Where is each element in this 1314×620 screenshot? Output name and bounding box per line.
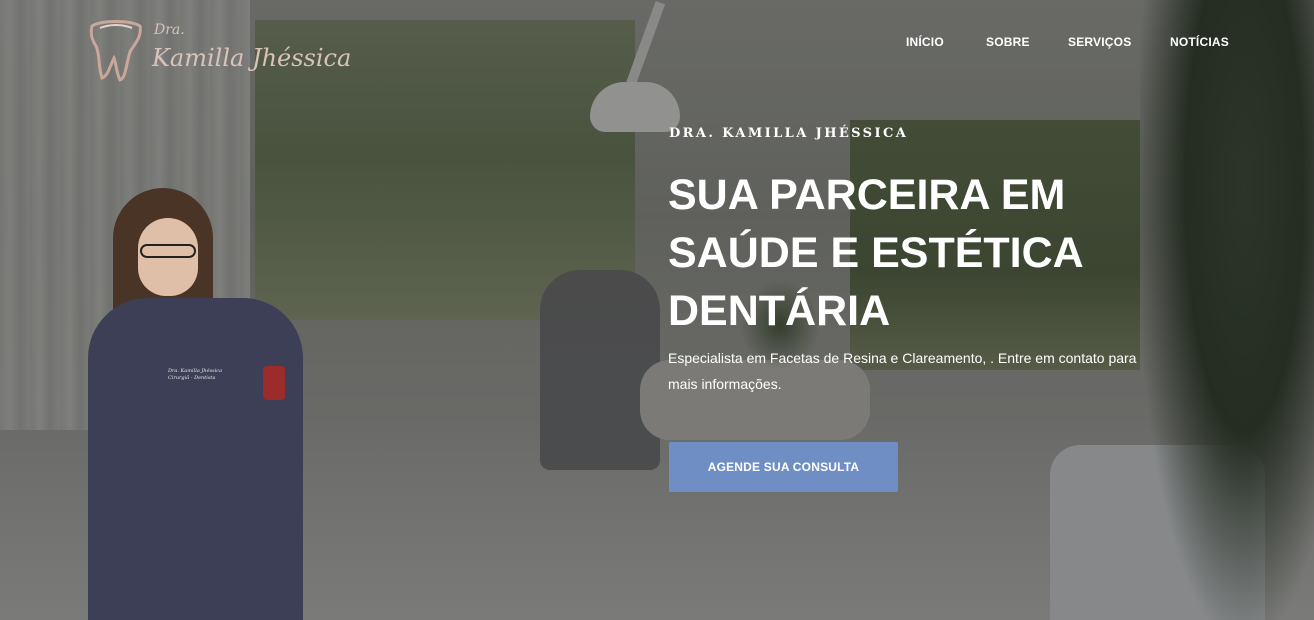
coat-emblem — [263, 366, 285, 400]
nav-item-sobre[interactable]: SOBRE — [986, 35, 1030, 49]
coat-name-tag: Dra. Kamilla Jhéssica Cirurgiã - Dentist… — [168, 368, 223, 381]
hero-description: Especialista em Facetas de Resina e Clar… — [668, 350, 1137, 392]
main-nav: INÍCIO SOBRE SERVIÇOS NOTÍCIAS — [0, 35, 1314, 51]
nav-item-servicos[interactable]: SERVIÇOS — [1068, 35, 1131, 49]
book-appointment-button[interactable]: AGENDE SUA CONSULTA — [669, 442, 898, 492]
site-logo[interactable]: Dra. Kamilla Jhéssica — [86, 18, 351, 84]
hero-headline-line: SUA PARCEIRA EM — [668, 171, 1066, 219]
hero-headline-line: DENTÁRIA — [668, 287, 891, 335]
hero-headline-line: SAÚDE E ESTÉTICA — [668, 229, 1084, 277]
glasses — [140, 244, 196, 258]
hero-eyebrow: DRA. KAMILLA JHÉSSICA — [669, 126, 909, 141]
hero-headline: SUA PARCEIRA EM SAÚDE E ESTÉTICA DENTÁRI… — [668, 166, 1128, 340]
nav-item-inicio[interactable]: INÍCIO — [906, 35, 944, 49]
nav-item-noticias[interactable]: NOTÍCIAS — [1170, 35, 1229, 49]
doctor-photo: Dra. Kamilla Jhéssica Cirurgiã - Dentist… — [88, 188, 303, 620]
